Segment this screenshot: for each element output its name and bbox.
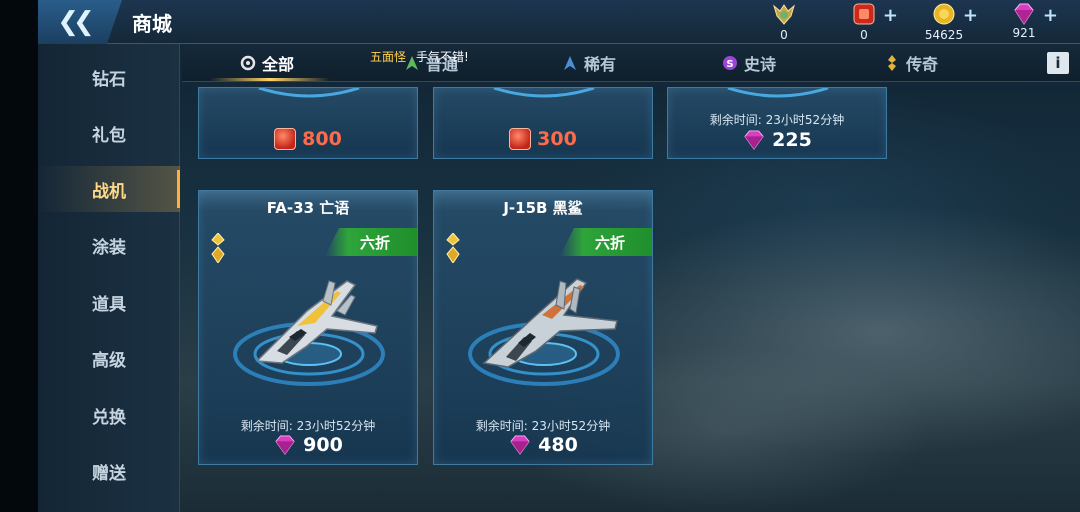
currency-value: 0 <box>780 28 788 42</box>
tab-all[interactable]: 全部 <box>240 44 294 82</box>
add-diamond-button[interactable]: + <box>1043 5 1058 26</box>
shop-card[interactable]: 剩余时间: 23小时52分钟 225 <box>667 87 887 159</box>
timer-text: 剩余时间: 23小时52分钟 <box>709 113 845 127</box>
price-row: 300 <box>434 128 652 150</box>
diamond-icon <box>275 435 295 455</box>
tab-label: 稀有 <box>584 55 617 74</box>
diamond-icon <box>1014 3 1034 25</box>
platform-ring-icon <box>727 88 829 98</box>
page-title: 商城 <box>132 12 172 36</box>
price-value: 800 <box>302 128 342 150</box>
purple-epic-icon: S <box>723 56 737 70</box>
active-tab-indicator <box>210 78 330 81</box>
tab-legendary[interactable]: 传奇 <box>884 44 938 82</box>
svg-text:S: S <box>726 59 733 70</box>
shop-card[interactable]: 300 <box>433 87 653 159</box>
double-chevron-left-icon: ❮❮ <box>57 7 94 37</box>
diamond-icon <box>510 435 530 455</box>
currency-rank-medal: 0 <box>754 2 814 44</box>
currency-diamond: 921 + <box>994 2 1058 44</box>
legendary-rarity-icon <box>446 233 460 263</box>
currency-value: 0 <box>860 28 868 42</box>
tab-label: 全部 <box>262 55 295 74</box>
add-red-coupon-button[interactable]: + <box>883 5 898 26</box>
blue-rarity-icon <box>564 56 576 70</box>
sidebar-item-exchange[interactable]: 兑换 <box>38 392 180 438</box>
fighter-jet-j15b-image <box>482 278 618 368</box>
tab-rare[interactable]: 稀有 <box>562 44 616 82</box>
sidebar-item-diamond[interactable]: 钻石 <box>38 54 180 100</box>
tab-label: 传奇 <box>906 55 939 74</box>
ring-icon <box>240 55 256 71</box>
left-edge-strip <box>0 0 38 512</box>
toast-message: 手气不错! <box>416 50 469 64</box>
gold-coin-icon <box>933 3 955 25</box>
price-row: 225 <box>668 129 886 151</box>
timer-text: 剩余时间: 23小时52分钟 <box>475 419 611 433</box>
price-row: 480 <box>434 434 652 456</box>
platform-ring-icon <box>258 88 360 98</box>
category-sidebar: 钻石 礼包 战机 涂装 道具 高级 兑换 赠送 <box>38 44 180 512</box>
add-gold-button[interactable]: + <box>963 5 978 26</box>
info-button[interactable]: i <box>1047 52 1069 74</box>
shop-card[interactable]: 800 <box>198 87 418 159</box>
gold-legend-icon <box>888 55 896 71</box>
currency-value: 921 <box>1012 26 1036 40</box>
red-coupon-icon <box>853 3 875 25</box>
legendary-rarity-icon <box>211 233 225 263</box>
price-value: 300 <box>537 128 577 150</box>
sidebar-item-premium[interactable]: 高级 <box>38 335 180 381</box>
platform-ring-icon <box>493 88 595 98</box>
currency-gold-coin: 54625 + <box>914 2 978 44</box>
rarity-tab-bar: 全部 普通 稀有 S 史诗 传奇 <box>182 44 1080 82</box>
sidebar-item-items[interactable]: 道具 <box>38 279 180 325</box>
fighter-name: FA-33 亡语 <box>266 199 350 217</box>
discount-badge: 六折 <box>325 228 417 256</box>
fighter-card-fa33[interactable]: FA-33 亡语 六折 剩余时间: 23小时52分钟 900 <box>198 190 418 465</box>
timer-text: 剩余时间: 23小时52分钟 <box>240 419 376 433</box>
tab-label: 史诗 <box>744 55 777 74</box>
tab-epic[interactable]: S 史诗 <box>722 44 776 82</box>
currency-red-coupon: 0 + <box>834 2 898 44</box>
price-row: 900 <box>199 434 417 456</box>
sidebar-item-gift-pack[interactable]: 礼包 <box>38 110 180 156</box>
diamond-icon <box>744 130 764 150</box>
discount-badge: 六折 <box>560 228 652 256</box>
red-coupon-icon <box>274 128 297 150</box>
sidebar-item-fighter[interactable]: 战机 <box>38 166 180 212</box>
toast-sender: 五面怪 <box>370 50 407 64</box>
sidebar-item-paint[interactable]: 涂装 <box>38 222 180 268</box>
fighter-jet-fa33-image <box>255 280 378 364</box>
fighter-card-j15b[interactable]: J-15B 黑鲨 六折 剩余时间: 23小时52分钟 480 <box>433 190 653 465</box>
red-coupon-icon <box>509 128 532 150</box>
currency-value: 54625 <box>924 28 964 42</box>
fighter-name: J-15B 黑鲨 <box>503 199 583 217</box>
medal-icon <box>773 4 795 25</box>
price-value: 480 <box>538 434 578 456</box>
price-value: 900 <box>303 434 343 456</box>
price-value: 225 <box>772 129 812 151</box>
chat-toast: 五面怪 手气不错! <box>370 48 469 65</box>
sidebar-item-gift[interactable]: 赠送 <box>38 448 180 494</box>
price-row: 800 <box>199 128 417 150</box>
